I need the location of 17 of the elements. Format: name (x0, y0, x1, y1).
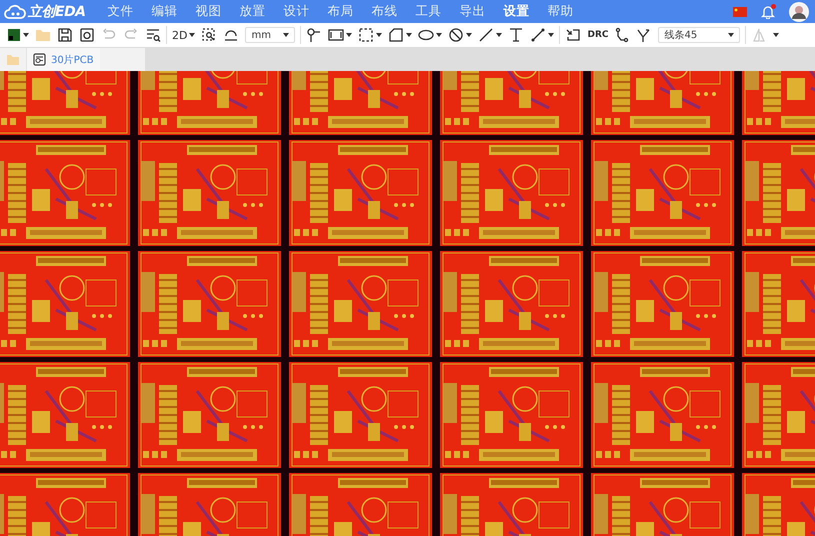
app-logo-text: 立创EDA (28, 2, 86, 20)
menu-item[interactable]: 导出 (460, 3, 486, 20)
menu-item[interactable]: 帮助 (548, 3, 574, 20)
menu-item[interactable]: 放置 (240, 3, 266, 20)
drc-button[interactable]: DRC (587, 30, 608, 40)
menu-item[interactable]: 设置 (504, 3, 530, 20)
document-tab[interactable]: 30片PCB (26, 48, 100, 71)
menu-item[interactable]: 工具 (416, 3, 442, 20)
menu-item[interactable]: 布局 (328, 3, 354, 20)
unit-select[interactable]: mm (245, 27, 296, 43)
menu-item[interactable]: 文件 (108, 3, 134, 20)
menu-item[interactable]: 设计 (284, 3, 310, 20)
menu-item[interactable]: 视图 (196, 3, 222, 20)
view-mode-button[interactable]: 2D (172, 28, 188, 42)
route-mode-select[interactable]: 线条45 (658, 27, 740, 43)
menu-item[interactable]: 编辑 (152, 3, 178, 20)
menu-item[interactable]: 布线 (372, 3, 398, 20)
